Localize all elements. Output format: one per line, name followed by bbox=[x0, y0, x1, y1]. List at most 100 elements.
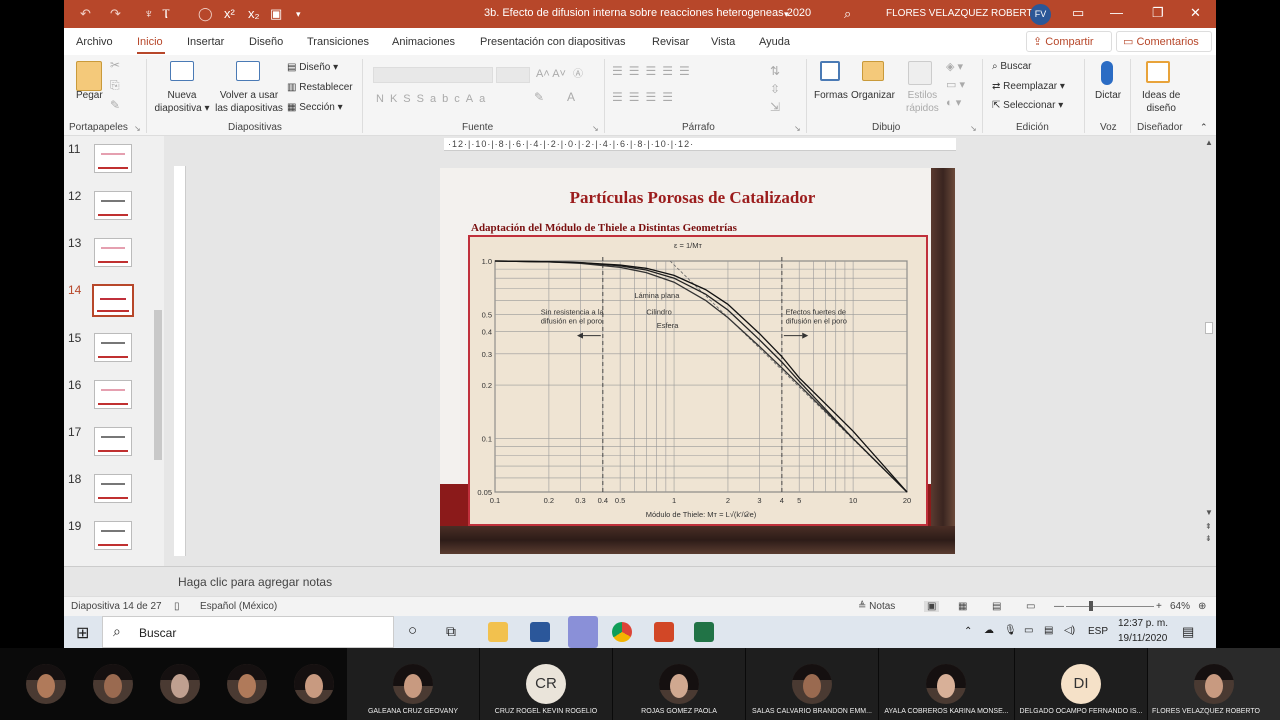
smartart-icon[interactable]: ⇲ bbox=[770, 101, 780, 114]
replace-button[interactable]: ⇄ Reemplazar ▾ bbox=[992, 80, 1065, 93]
scrollbar-thumb[interactable] bbox=[1205, 322, 1213, 334]
participant-tile[interactable]: CR CRUZ ROGEL KEVIN ROGELIO bbox=[480, 648, 612, 720]
normal-view-icon[interactable]: ▣ bbox=[924, 601, 940, 612]
participant-tile[interactable]: DI DELGADO OCAMPO FERNANDO IS... bbox=[1015, 648, 1147, 720]
teams-icon[interactable] bbox=[568, 616, 598, 648]
action-center-icon[interactable]: ▤ bbox=[1182, 624, 1194, 640]
fit-slide-icon[interactable]: ⊕ bbox=[1198, 601, 1206, 612]
show-hidden-icons[interactable]: ⌃ bbox=[964, 626, 972, 637]
participant-avatar[interactable] bbox=[294, 664, 334, 704]
zoom-out-icon[interactable]: — bbox=[1054, 601, 1064, 612]
font-color-icon[interactable]: A bbox=[567, 91, 575, 104]
quick-styles-button[interactable]: Estilos rápidos bbox=[906, 89, 939, 115]
participant-avatar[interactable] bbox=[160, 664, 200, 704]
clear-format-icon[interactable]: Ⓐ bbox=[573, 68, 583, 81]
text-direction-icon[interactable]: ⇅ bbox=[770, 65, 780, 78]
paste-icon[interactable] bbox=[76, 61, 102, 91]
undo-icon[interactable]: ↶ bbox=[80, 6, 91, 22]
arrange-button[interactable]: Organizar bbox=[851, 89, 895, 102]
reset-button[interactable]: ▥ Restablecer bbox=[287, 81, 353, 94]
tab-presentacion[interactable]: Presentación con diapositivas bbox=[480, 36, 626, 48]
notes-pane[interactable]: Haga clic para agregar notas bbox=[64, 566, 1216, 596]
scroll-down-icon[interactable]: ▼ bbox=[1205, 508, 1213, 517]
select-button[interactable]: ⇱ Seleccionar ▾ bbox=[992, 99, 1063, 112]
onedrive-icon[interactable]: ☁ bbox=[984, 625, 994, 636]
change-case-button[interactable]: Aa bbox=[466, 93, 491, 105]
language-status[interactable]: Español (México) bbox=[200, 601, 277, 612]
notes-toggle-button[interactable]: ≜ Notas bbox=[858, 601, 895, 612]
shape-outline-icon[interactable]: ▭ ▾ bbox=[946, 79, 965, 92]
grow-font-icon[interactable]: A˄ A˅ bbox=[536, 68, 566, 81]
superscript-icon[interactable]: x² bbox=[224, 6, 235, 21]
section-button[interactable]: ▦ Sección ▾ bbox=[287, 101, 343, 114]
save-icon[interactable]: ▣ bbox=[270, 6, 282, 22]
thiele-chart-image[interactable]: 0.1 0.2 0.3 0.4 0.5 1 2 3 4 5 10 20 1.0 0.5 0.4 0.3 0.2 0… bbox=[468, 235, 928, 526]
maximize-icon[interactable]: ❐ bbox=[1152, 5, 1164, 21]
collapse-ribbon-icon[interactable]: ⌃ bbox=[1200, 121, 1208, 134]
tab-vista[interactable]: Vista bbox=[711, 36, 735, 48]
font-style-buttons[interactable]: NKSSabcAa bbox=[376, 93, 491, 106]
network-icon[interactable]: ▤ bbox=[1044, 625, 1053, 636]
copy-icon[interactable]: ⎘ bbox=[110, 79, 120, 92]
task-view-icon[interactable]: ⧉ bbox=[446, 623, 456, 640]
participant-avatar[interactable] bbox=[227, 664, 267, 704]
microphone-icon[interactable] bbox=[1101, 61, 1113, 85]
thumbnails-scrollbar[interactable] bbox=[152, 140, 164, 590]
arrange-icon[interactable] bbox=[862, 61, 884, 81]
shape-fill-icon[interactable]: ◈ ▾ bbox=[946, 61, 963, 74]
tab-transiciones[interactable]: Transiciones bbox=[307, 36, 369, 48]
tab-revisar[interactable]: Revisar bbox=[652, 36, 689, 48]
layout-button[interactable]: ▤ Diseño ▾ bbox=[287, 61, 338, 74]
align-buttons[interactable]: ☰☰☰☰ bbox=[612, 91, 679, 104]
paragraph-launcher-icon[interactable]: ↘ bbox=[794, 122, 801, 135]
subscript-icon[interactable]: x₂ bbox=[248, 6, 260, 21]
slide-thumbnail[interactable] bbox=[94, 521, 132, 550]
shadow-button[interactable]: S bbox=[417, 93, 430, 105]
slide-thumbnail[interactable] bbox=[94, 238, 132, 267]
slide-thumbnail-selected[interactable] bbox=[92, 284, 134, 317]
language-indicator[interactable]: ESP bbox=[1088, 626, 1108, 637]
slide-title[interactable]: Partículas Porosas de Catalizador bbox=[440, 188, 945, 208]
comments-button[interactable]: ▭ Comentarios bbox=[1116, 31, 1212, 52]
cortana-icon[interactable]: ○ bbox=[408, 622, 417, 639]
zoom-slider[interactable] bbox=[1066, 606, 1154, 607]
excel-icon[interactable] bbox=[694, 622, 714, 642]
windows-start-icon[interactable]: ⊞ bbox=[76, 623, 89, 643]
bold-button[interactable]: N bbox=[376, 93, 390, 105]
tab-inicio[interactable]: Inicio bbox=[137, 36, 163, 48]
new-slide-button[interactable]: Nueva diapositiva ▾ bbox=[154, 89, 210, 115]
format-painter-ribbon-icon[interactable]: ✎ bbox=[110, 99, 120, 112]
slide-subtitle[interactable]: Adaptación del Módulo de Thiele a Distin… bbox=[471, 222, 737, 234]
microphone-tray-icon[interactable]: 🎙 bbox=[1004, 625, 1017, 636]
file-explorer-icon[interactable] bbox=[488, 622, 508, 642]
font-launcher-icon[interactable]: ↘ bbox=[592, 122, 599, 135]
reading-view-icon[interactable]: ▤ bbox=[992, 601, 1001, 612]
reuse-slides-icon[interactable] bbox=[236, 61, 260, 81]
format-painter-icon[interactable]: ♆ bbox=[144, 6, 154, 21]
slide-sorter-icon[interactable]: ▦ bbox=[958, 601, 967, 612]
participant-tile[interactable]: SALAS CALVARIO BRANDON EMM... bbox=[746, 648, 878, 720]
powerpoint-icon[interactable] bbox=[654, 622, 674, 642]
font-family-input[interactable] bbox=[373, 67, 493, 83]
title-dropdown-icon[interactable]: ▾ bbox=[784, 9, 789, 20]
cut-icon[interactable]: ✂ bbox=[110, 59, 120, 72]
italic-button[interactable]: K bbox=[390, 93, 403, 105]
clock-time[interactable]: 12:37 p. m. bbox=[1118, 618, 1168, 629]
quick-styles-icon[interactable] bbox=[908, 61, 932, 85]
slide-thumbnails-pane[interactable]: 11 12 13 14 15 16 17 18 19 20 bbox=[64, 136, 164, 596]
drawing-launcher-icon[interactable]: ↘ bbox=[970, 122, 977, 135]
shape-icon[interactable]: ◯ bbox=[198, 6, 213, 22]
word-icon[interactable] bbox=[530, 622, 550, 642]
participant-avatar[interactable] bbox=[93, 664, 133, 704]
tab-insertar[interactable]: Insertar bbox=[187, 36, 224, 48]
minimize-icon[interactable]: — bbox=[1110, 5, 1123, 20]
slide-thumbnail[interactable] bbox=[94, 144, 132, 173]
shape-effects-icon[interactable]: ◐ ▾ bbox=[946, 97, 961, 110]
design-ideas-button[interactable]: Ideas de diseño bbox=[1142, 89, 1180, 115]
list-buttons[interactable]: ☰☰☰☰☰ bbox=[612, 65, 696, 78]
shapes-icon[interactable] bbox=[820, 61, 840, 81]
slideshow-icon[interactable]: ▭ bbox=[1026, 601, 1035, 612]
tab-diseno[interactable]: Diseño bbox=[249, 36, 283, 48]
redo-icon[interactable]: ↷ bbox=[110, 6, 121, 22]
align-text-icon[interactable]: ⇳ bbox=[770, 83, 780, 96]
